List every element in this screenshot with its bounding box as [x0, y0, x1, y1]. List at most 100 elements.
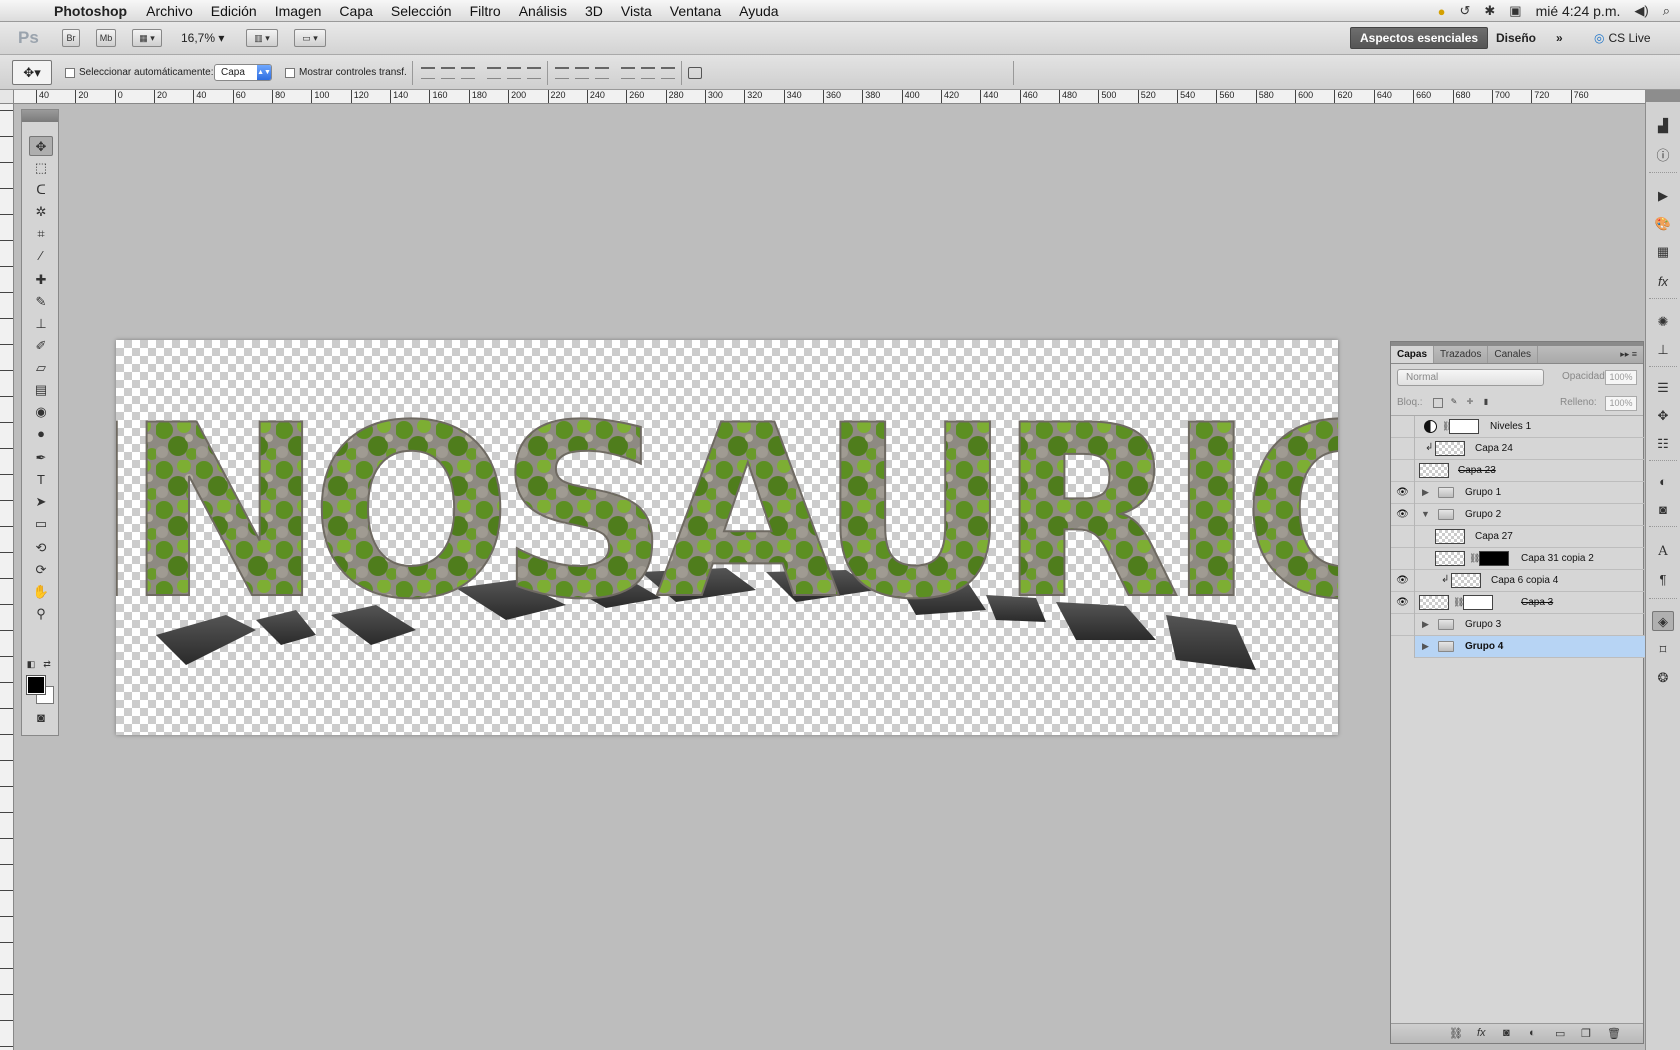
bridge-button[interactable]: Br — [62, 29, 80, 47]
expand-triangle-icon[interactable]: ▶ — [1422, 487, 1429, 498]
swatches-icon[interactable]: ▦ — [1652, 242, 1674, 262]
eyedropper-tool-icon[interactable]: ⁄ — [29, 246, 53, 266]
mini-bridge-button[interactable]: Mb — [96, 29, 116, 47]
quick-selection-tool-icon[interactable]: ✲ — [29, 202, 53, 222]
new-layer-icon[interactable]: ❐ — [1581, 1027, 1591, 1040]
lasso-tool-icon[interactable]: ᑕ — [29, 180, 53, 200]
adjustments-icon[interactable]: ☰ — [1652, 378, 1674, 398]
layer-row-selected[interactable]: ▶ Grupo 4 — [1391, 636, 1645, 658]
pen-tool-icon[interactable]: ✒ — [29, 448, 53, 468]
bluetooth-icon[interactable]: ✱ — [1484, 3, 1495, 19]
eraser-tool-icon[interactable]: ▱ — [29, 358, 53, 378]
actions-icon[interactable]: ▶ — [1652, 186, 1674, 206]
horizontal-ruler[interactable]: 40 20 0 20 40 60 80 100 120 140 160 180 200 220 240 260… — [14, 90, 1645, 104]
layer-row[interactable]: 👁 ▼ Grupo 2 — [1391, 504, 1645, 526]
align-top-icon[interactable] — [421, 67, 435, 79]
brushes-icon[interactable]: ✺ — [1652, 312, 1674, 332]
align-hcenter-icon[interactable] — [507, 67, 521, 79]
tab-trazados[interactable]: Trazados — [1434, 346, 1489, 363]
zoom-tool-icon[interactable]: ⚲ — [29, 604, 53, 624]
swap-colors-icon[interactable]: ⇄ — [40, 654, 54, 674]
menu-vista[interactable]: Vista — [621, 3, 652, 19]
quick-mask-icon[interactable]: ◙ — [29, 708, 53, 728]
expand-triangle-icon[interactable]: ▶ — [1422, 641, 1429, 652]
vertical-ruler[interactable] — [0, 104, 14, 1050]
tools-panel-header[interactable] — [22, 110, 58, 122]
layer-row[interactable]: ⛓ Niveles 1 — [1391, 416, 1645, 438]
distribute-hcenter-icon[interactable] — [641, 67, 655, 79]
visibility-toggle[interactable]: 👁 — [1391, 570, 1415, 592]
menu-app-name[interactable]: Photoshop — [54, 3, 127, 19]
move-tool-icon[interactable]: ✥ — [29, 136, 53, 156]
histogram-icon[interactable]: ▟ — [1652, 116, 1674, 136]
opacity-field[interactable]: 100% — [1605, 370, 1637, 385]
dodge-tool-icon[interactable]: ● — [29, 424, 53, 444]
tab-canales[interactable]: Canales — [1488, 346, 1539, 363]
lock-transparency-icon[interactable] — [1433, 398, 1443, 408]
auto-select-dropdown[interactable]: Capa ▲▼ — [214, 64, 272, 81]
layers-panel-icon[interactable]: ◈ — [1652, 611, 1674, 631]
camera-icon[interactable]: ◙ — [1652, 500, 1674, 520]
paragraph-icon[interactable]: ¶ — [1652, 570, 1674, 590]
visibility-toggle[interactable] — [1391, 614, 1415, 636]
blend-mode-select[interactable]: Normal — [1397, 369, 1544, 386]
auto-select-checkbox[interactable]: Seleccionar automáticamente: — [65, 67, 214, 78]
visibility-toggle[interactable] — [1391, 636, 1415, 658]
align-right-icon[interactable] — [527, 67, 541, 79]
collapse-triangle-icon[interactable]: ▼ — [1421, 509, 1430, 519]
spotlight-search-icon[interactable]: ⌕ — [1663, 3, 1670, 19]
visibility-toggle[interactable] — [1391, 416, 1415, 438]
lock-pixels-icon[interactable]: ✎ — [1449, 398, 1459, 408]
path-selection-tool-icon[interactable]: ➤ — [29, 492, 53, 512]
color-icon[interactable]: 🎨 — [1652, 214, 1674, 234]
layer-row[interactable]: ⛓ Capa 31 copia 2 — [1391, 548, 1645, 570]
3d-orbit-tool-icon[interactable]: ⟳ — [29, 560, 53, 580]
foreground-color-swatch[interactable] — [26, 675, 46, 695]
tab-capas[interactable]: Capas — [1391, 346, 1435, 363]
auto-select-box[interactable] — [65, 67, 75, 78]
show-transform-checkbox[interactable]: Mostrar controles transf. — [285, 67, 407, 78]
layer-row[interactable]: ↲ Capa 24 — [1391, 438, 1645, 460]
visibility-toggle[interactable] — [1391, 460, 1415, 482]
visibility-toggle[interactable]: 👁 — [1391, 504, 1415, 526]
panel-menu-icon[interactable]: ▸▸ ≡ — [1620, 349, 1637, 360]
menu-filtro[interactable]: Filtro — [470, 3, 501, 19]
hand-tool-icon[interactable]: ✋ — [29, 582, 53, 602]
menu-capa[interactable]: Capa — [339, 3, 372, 19]
type-tool-icon[interactable]: T — [29, 470, 53, 490]
menu-ventana[interactable]: Ventana — [670, 3, 721, 19]
menu-ayuda[interactable]: Ayuda — [739, 3, 778, 19]
visibility-toggle[interactable]: 👁 — [1391, 592, 1415, 614]
new-group-icon[interactable]: ▭ — [1555, 1027, 1565, 1040]
rectangle-tool-icon[interactable]: ▭ — [29, 514, 53, 534]
ruler-origin[interactable] — [0, 90, 14, 104]
distribute-right-icon[interactable] — [661, 67, 675, 79]
distribute-vcenter-icon[interactable] — [575, 67, 589, 79]
delete-layer-icon[interactable]: 🗑 — [1607, 1027, 1621, 1040]
channels-panel-icon[interactable]: ❂ — [1652, 668, 1674, 688]
align-bottom-icon[interactable] — [461, 67, 475, 79]
menu-3d[interactable]: 3D — [585, 3, 603, 19]
gradient-tool-icon[interactable]: ▤ — [29, 380, 53, 400]
status-circle-icon[interactable]: ● — [1438, 4, 1446, 19]
layer-style-icon[interactable]: fx — [1477, 1027, 1486, 1039]
document-canvas[interactable]: DINOSAURIOS — [116, 340, 1338, 735]
align-left-icon[interactable] — [487, 67, 501, 79]
visibility-toggle[interactable]: 👁 — [1391, 482, 1415, 504]
distribute-left-icon[interactable] — [621, 67, 635, 79]
menu-seleccion[interactable]: Selección — [391, 3, 452, 19]
visibility-toggle[interactable] — [1391, 438, 1415, 460]
clock[interactable]: mié 4:24 p.m. — [1536, 3, 1621, 19]
clone-source-icon[interactable]: ⊥ — [1652, 340, 1674, 360]
distribute-bottom-icon[interactable] — [595, 67, 609, 79]
calendar-icon[interactable]: ▣ — [1509, 3, 1521, 19]
visibility-toggle[interactable] — [1391, 526, 1415, 548]
add-mask-icon[interactable]: ◙ — [1503, 1027, 1510, 1039]
masks-icon[interactable]: ✥ — [1652, 406, 1674, 426]
info-icon[interactable]: ⓘ — [1652, 146, 1674, 166]
time-machine-icon[interactable]: ↺ — [1459, 3, 1470, 19]
cs-live-button[interactable]: ◎ CS Live — [1585, 27, 1660, 49]
workspace-design-button[interactable]: Diseño — [1487, 27, 1545, 49]
navigator-icon[interactable]: ◐ — [1652, 472, 1674, 492]
character-icon[interactable]: A — [1652, 542, 1674, 562]
